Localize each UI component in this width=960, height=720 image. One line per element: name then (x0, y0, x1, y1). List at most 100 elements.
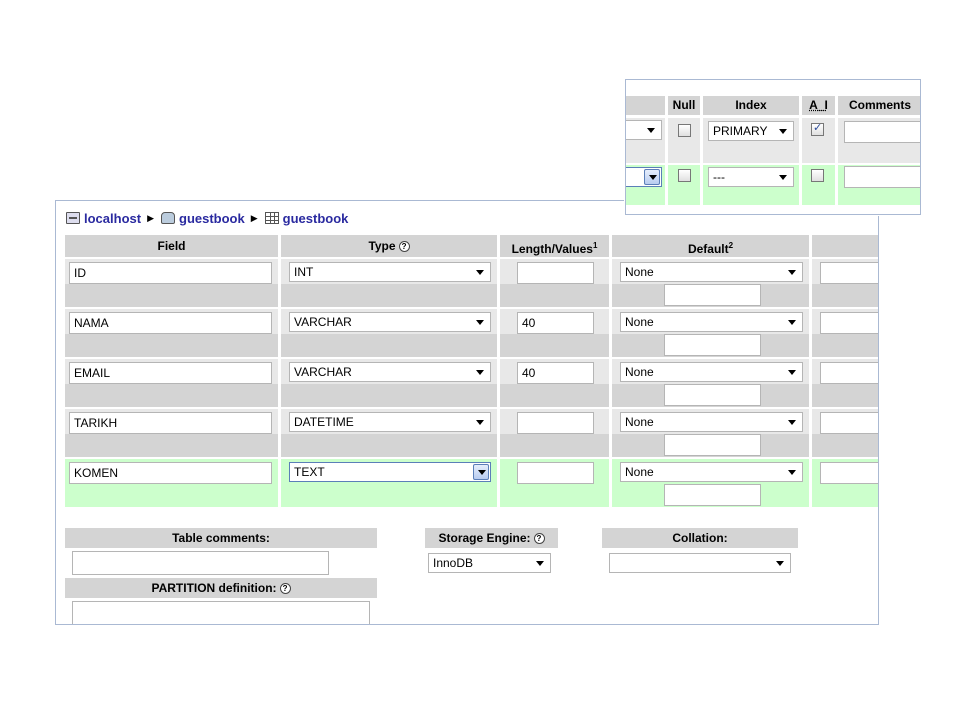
inset-header-null-label: Null (672, 98, 696, 112)
storage-engine-header: Storage Engine:? (425, 528, 558, 548)
collation-input[interactable] (820, 462, 878, 484)
chevron-down-icon (788, 420, 796, 425)
null-checkbox[interactable] (678, 124, 691, 137)
length-input[interactable] (517, 462, 594, 484)
breadcrumb-separator-icon: ▶ (147, 212, 154, 223)
default-select[interactable]: None (620, 262, 803, 282)
inset-header-comments: Comments (838, 96, 920, 115)
breadcrumb-server-label[interactable]: localhost (84, 211, 141, 226)
inset-partial-row (626, 207, 920, 214)
breadcrumb-table[interactable]: guestbook (264, 211, 349, 226)
extra-cell (812, 259, 878, 307)
partition-label: PARTITION definition: (151, 581, 277, 595)
table-comments-input[interactable] (72, 551, 329, 575)
index-select-value: PRIMARY (713, 124, 768, 138)
default-select[interactable]: None (620, 312, 803, 332)
auto-increment-checkbox[interactable] (811, 169, 824, 182)
type-select[interactable]: VARCHAR (289, 312, 491, 332)
chevron-down-icon (788, 370, 796, 375)
field-name-input[interactable]: KOMEN (69, 462, 272, 484)
partition-header: PARTITION definition:? (65, 578, 377, 598)
chevron-down-icon[interactable] (473, 464, 489, 480)
collation-input[interactable] (820, 362, 878, 384)
index-select[interactable]: --- (708, 167, 794, 187)
comments-input[interactable] (844, 166, 920, 188)
structure-grid: Field Type? Length/Values1 Default2 ID I… (65, 235, 878, 509)
chevron-down-icon (476, 320, 484, 325)
type-select-value: DATETIME (294, 415, 354, 429)
inset-comments-cell (838, 165, 920, 205)
length-input[interactable] (517, 262, 594, 284)
length-input[interactable] (517, 412, 594, 434)
chevron-down-icon (776, 561, 784, 566)
comments-input[interactable] (844, 121, 920, 143)
auto-increment-checkbox[interactable] (811, 121, 824, 136)
field-name-input[interactable]: NAMA (69, 312, 272, 334)
partition-input[interactable] (72, 601, 370, 624)
chevron-down-icon (647, 128, 655, 133)
header-type: Type? (281, 235, 497, 257)
default-select[interactable]: None (620, 462, 803, 482)
type-select[interactable]: DATETIME (289, 412, 491, 432)
table-comments-header: Table comments: (65, 528, 377, 548)
help-icon[interactable]: ? (533, 533, 545, 545)
header-field: Field (65, 235, 278, 257)
default-select-value: None (625, 265, 654, 279)
help-icon[interactable]: ? (398, 241, 410, 253)
field-name-input[interactable]: EMAIL (69, 362, 272, 384)
default-select-value: None (625, 365, 654, 379)
field-name-input[interactable]: ID (69, 262, 272, 284)
chevron-down-icon (476, 420, 484, 425)
type-cell: VARCHAR (281, 359, 497, 407)
default-value-input[interactable] (664, 334, 761, 356)
inset-prev-cell (626, 118, 665, 163)
header-length-label: Length/Values (511, 242, 593, 256)
default-value-input[interactable] (664, 434, 761, 456)
inset-index-cell: PRIMARY (703, 118, 799, 163)
chevron-down-icon (788, 470, 796, 475)
default-value-input[interactable] (664, 384, 761, 406)
breadcrumb-server[interactable]: localhost (66, 211, 141, 226)
field-name-input[interactable]: TARIKH (69, 412, 272, 434)
type-select[interactable]: INT (289, 262, 491, 282)
type-cell: DATETIME (281, 409, 497, 457)
type-select[interactable]: VARCHAR (289, 362, 491, 382)
default-cell: None (612, 309, 809, 357)
collation-input[interactable] (820, 412, 878, 434)
inset-header-comments-label: Comments (848, 98, 911, 112)
length-input[interactable]: 40 (517, 362, 594, 384)
inset-prev-select[interactable] (626, 120, 662, 140)
length-input[interactable]: 40 (517, 312, 594, 334)
header-length-footnote: 1 (592, 241, 598, 250)
inset-header-index-label: Index (735, 98, 767, 112)
collation-input[interactable] (820, 312, 878, 334)
breadcrumb-table-label[interactable]: guestbook (283, 211, 349, 226)
inset-ai-cell (802, 118, 835, 163)
inset-zoom-panel: Null Index A_I Comments PRIMARY --- (625, 79, 921, 215)
chevron-down-icon (788, 270, 796, 275)
null-checkbox[interactable] (678, 169, 691, 182)
default-select[interactable]: None (620, 362, 803, 382)
default-value-input[interactable] (664, 484, 761, 506)
collation-select[interactable] (609, 553, 791, 573)
storage-engine-select[interactable]: InnoDB (428, 553, 551, 573)
main-panel: localhost ▶ guestbook ▶ guestbook Field … (55, 200, 879, 625)
inset-comments-cell (838, 118, 920, 163)
field-cell: NAMA (65, 309, 278, 357)
collation-input[interactable] (820, 262, 878, 284)
default-select[interactable]: None (620, 412, 803, 432)
inset-prev-select[interactable] (626, 167, 662, 187)
length-cell (500, 459, 609, 507)
storage-engine-value: InnoDB (433, 556, 474, 570)
breadcrumb-database-label[interactable]: guestbook (179, 211, 245, 226)
type-select[interactable]: TEXT (289, 462, 491, 482)
table-row: ID INT None (65, 259, 878, 309)
table-row: EMAIL VARCHAR 40 None (65, 359, 878, 409)
server-icon (66, 212, 80, 224)
breadcrumb-database[interactable]: guestbook (161, 211, 245, 226)
index-select[interactable]: PRIMARY (708, 121, 794, 141)
help-icon[interactable]: ? (279, 583, 291, 595)
chevron-down-icon[interactable] (644, 169, 660, 185)
default-value-input[interactable] (664, 284, 761, 306)
default-cell: None (612, 259, 809, 307)
